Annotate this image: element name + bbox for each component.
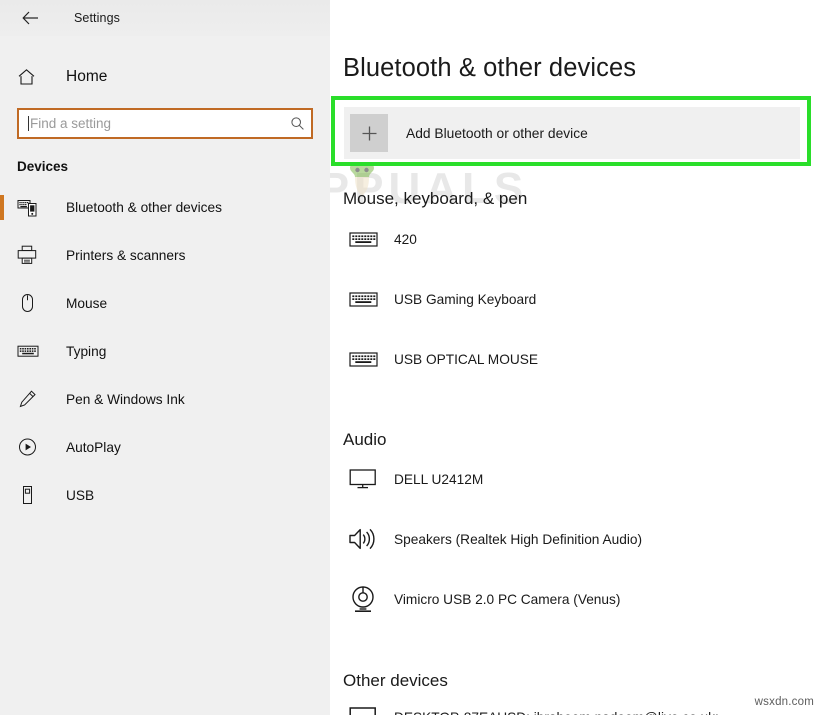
- device-row[interactable]: USB OPTICAL MOUSE: [343, 342, 803, 376]
- monitor-icon: [343, 706, 383, 715]
- back-button[interactable]: [17, 5, 43, 31]
- sidebar-item-label: Mouse: [66, 295, 108, 311]
- section-heading-mouse-keyboard-pen: Mouse, keyboard, & pen: [343, 189, 528, 208]
- printer-icon: [17, 245, 39, 265]
- sidebar-item-home[interactable]: Home: [0, 60, 330, 94]
- device-name: USB OPTICAL MOUSE: [394, 351, 538, 367]
- camera-icon: [343, 585, 383, 613]
- monitor-icon: [343, 468, 383, 490]
- usb-icon: [17, 485, 39, 505]
- keyboard-icon: [343, 230, 383, 249]
- device-name: DELL U2412M: [394, 471, 484, 487]
- sidebar-item-label: USB: [66, 487, 95, 503]
- mouse-icon: [17, 293, 39, 313]
- sidebar-item-label: Typing: [66, 343, 107, 359]
- device-row[interactable]: 420: [343, 222, 803, 256]
- keyboard-icon: [17, 343, 39, 359]
- sidebar-item-bluetooth-other-devices[interactable]: Bluetooth & other devices: [0, 183, 330, 231]
- back-arrow-icon: [21, 11, 38, 25]
- sidebar: Settings Home Devices: [0, 0, 330, 715]
- search-icon[interactable]: [290, 116, 305, 131]
- title-bar: Settings: [0, 0, 330, 36]
- plus-icon: [350, 114, 388, 152]
- settings-window: Settings Home Devices: [0, 0, 821, 715]
- sidebar-item-pen-windows-ink[interactable]: Pen & Windows Ink: [0, 375, 330, 423]
- device-row[interactable]: DELL U2412M: [343, 462, 803, 496]
- pen-icon: [17, 389, 39, 409]
- sidebar-nav-list: Bluetooth & other devices Printers & sca…: [0, 183, 330, 519]
- autoplay-icon: [17, 437, 39, 457]
- sidebar-item-label: AutoPlay: [66, 439, 121, 455]
- home-icon: [17, 68, 39, 86]
- device-name: 420: [394, 231, 417, 247]
- sidebar-item-label: Printers & scanners: [66, 247, 186, 263]
- search-input[interactable]: [30, 116, 290, 131]
- speaker-icon: [343, 526, 383, 552]
- device-name: USB Gaming Keyboard: [394, 291, 537, 307]
- device-name: DESKTOP-87EAUSD: ibraheem.nadeem@live.co…: [394, 710, 719, 715]
- sidebar-item-label: Pen & Windows Ink: [66, 391, 185, 407]
- section-heading-audio: Audio: [343, 430, 387, 449]
- add-device-label: Add Bluetooth or other device: [406, 125, 588, 141]
- sidebar-item-autoplay[interactable]: AutoPlay: [0, 423, 330, 471]
- app-title: Settings: [74, 11, 120, 25]
- device-row[interactable]: USB Gaming Keyboard: [343, 282, 803, 316]
- device-name: Vimicro USB 2.0 PC Camera (Venus): [394, 591, 621, 607]
- sidebar-group-heading: Devices: [17, 159, 69, 174]
- sidebar-item-usb[interactable]: USB: [0, 471, 330, 519]
- sidebar-home-label: Home: [66, 68, 108, 85]
- sidebar-item-printers-scanners[interactable]: Printers & scanners: [0, 231, 330, 279]
- bluetooth-devices-icon: [17, 198, 39, 217]
- device-row[interactable]: DESKTOP-87EAUSD: ibraheem.nadeem@live.co…: [343, 700, 803, 715]
- keyboard-icon: [343, 290, 383, 309]
- text-caret: [28, 116, 29, 131]
- add-device-highlight-box: Add Bluetooth or other device: [331, 96, 811, 166]
- main-content: Bluetooth & other devices APPUALS Add Bl…: [330, 0, 821, 715]
- add-bluetooth-or-other-device-button[interactable]: Add Bluetooth or other device: [344, 107, 800, 159]
- section-heading-other-devices: Other devices: [343, 671, 448, 690]
- page-title: Bluetooth & other devices: [343, 54, 637, 82]
- device-row[interactable]: Speakers (Realtek High Definition Audio): [343, 522, 803, 556]
- device-name: Speakers (Realtek High Definition Audio): [394, 531, 643, 547]
- search-box[interactable]: [17, 108, 313, 139]
- device-row[interactable]: Vimicro USB 2.0 PC Camera (Venus): [343, 582, 803, 616]
- keyboard-icon: [343, 350, 383, 369]
- sidebar-item-typing[interactable]: Typing: [0, 327, 330, 375]
- sidebar-item-mouse[interactable]: Mouse: [0, 279, 330, 327]
- sidebar-item-label: Bluetooth & other devices: [66, 199, 222, 215]
